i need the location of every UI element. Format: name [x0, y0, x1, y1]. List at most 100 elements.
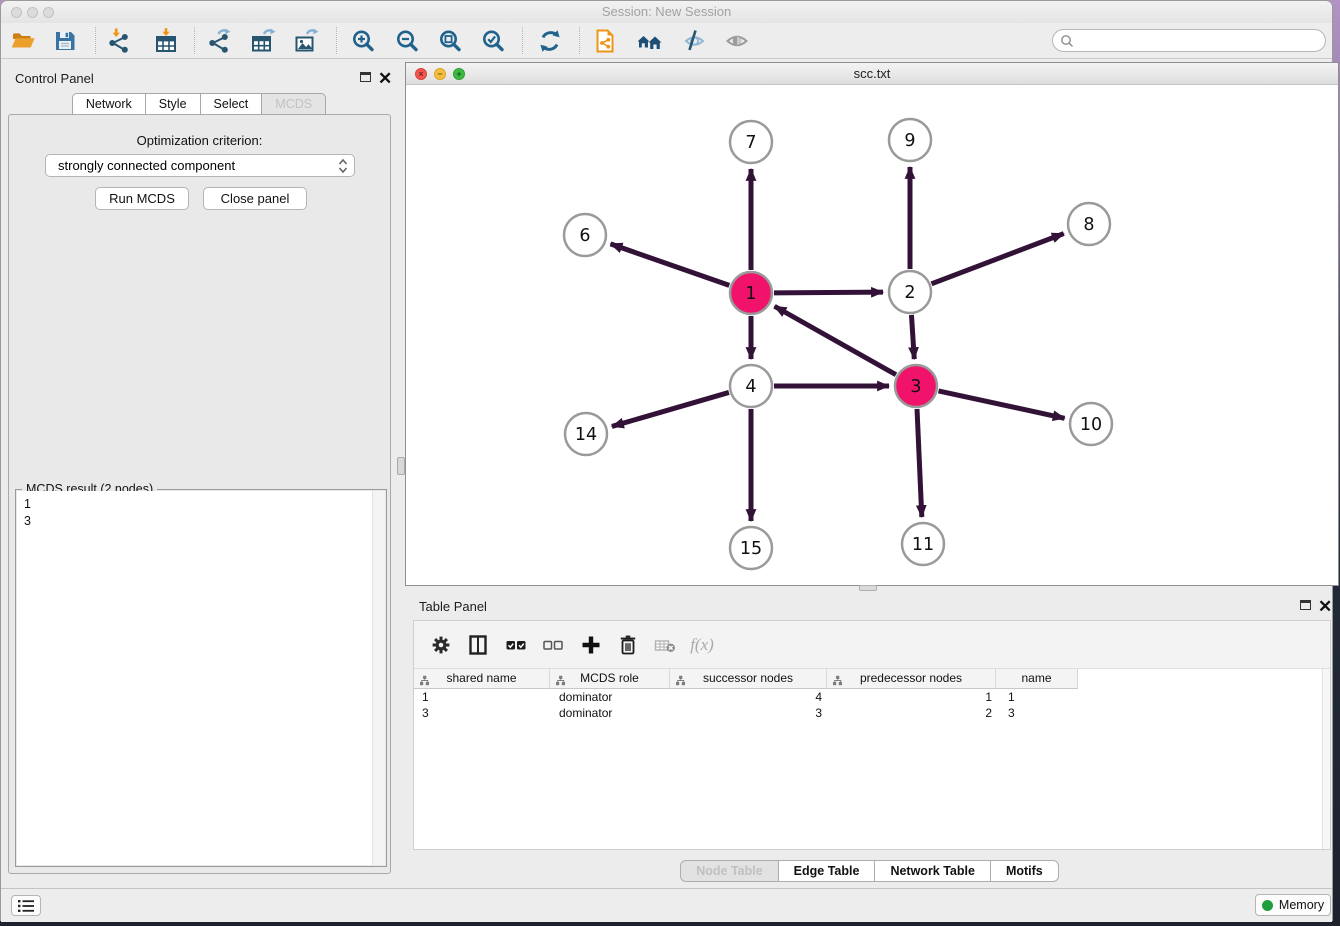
search-field[interactable] [1052, 29, 1326, 52]
graph-edge-3-11[interactable] [917, 409, 922, 517]
first-neighbors-button[interactable] [634, 26, 664, 56]
clone-network-button[interactable] [590, 26, 620, 56]
zoom-window-button[interactable] [43, 7, 54, 18]
export-table-button[interactable] [248, 26, 278, 56]
network-window-titlebar[interactable]: × − + scc.txt [406, 63, 1338, 85]
criterion-dropdown[interactable]: strongly connected component [45, 154, 355, 177]
horizontal-splitter-handle[interactable] [859, 585, 877, 591]
tab-network[interactable]: Network [72, 93, 146, 115]
graph-node-8[interactable]: 8 [1068, 203, 1110, 245]
network-close-button[interactable]: × [415, 68, 427, 80]
search-icon [1060, 34, 1074, 48]
zoom-selected-button[interactable] [478, 26, 508, 56]
graph-node-11[interactable]: 11 [902, 523, 944, 565]
graph-node-9[interactable]: 9 [889, 119, 931, 161]
import-table-button[interactable] [151, 26, 181, 56]
graph-edge-1-6[interactable] [610, 244, 729, 286]
graph-node-7[interactable]: 7 [730, 121, 772, 163]
graph-node-15[interactable]: 15 [730, 527, 772, 569]
table-cell[interactable]: 3 [672, 705, 830, 721]
hide-selected-button[interactable] [678, 26, 708, 56]
table-cell[interactable]: 1 [830, 689, 1000, 705]
zoom-out-button[interactable] [392, 26, 422, 56]
column-header-icon [419, 675, 430, 686]
table-cell[interactable]: 4 [672, 689, 830, 705]
export-image-button[interactable] [291, 26, 321, 56]
toolbar-separator [579, 27, 580, 54]
table-cell[interactable]: dominator [551, 689, 672, 705]
zoom-in-button[interactable] [348, 26, 378, 56]
table-cell[interactable]: 1 [1000, 689, 1083, 705]
table-cell[interactable]: dominator [551, 705, 672, 721]
add-column-button[interactable] [576, 630, 606, 660]
tab-network-table[interactable]: Network Table [875, 860, 991, 882]
network-minimize-button[interactable]: − [434, 68, 446, 80]
refresh-button[interactable] [535, 26, 565, 56]
graph-edge-2-3[interactable] [911, 315, 914, 359]
tab-edge-table[interactable]: Edge Table [779, 860, 876, 882]
close-table-panel-icon[interactable]: ✕ [1318, 601, 1332, 613]
table-cell[interactable]: 2 [830, 705, 1000, 721]
table-row[interactable]: 1dominator411 [414, 689, 1083, 705]
node-table-container: f(x) shared nameMCDS rolesuccessor nodes… [413, 620, 1331, 850]
graph-node-14[interactable]: 14 [565, 413, 607, 455]
graph-node-4[interactable]: 4 [730, 365, 772, 407]
column-chooser-button[interactable] [463, 630, 493, 660]
graph-edge-2-8[interactable] [932, 234, 1064, 284]
zoom-fit-button[interactable] [435, 26, 465, 56]
vertical-splitter-handle[interactable] [397, 457, 405, 475]
table-settings-button[interactable] [426, 630, 456, 660]
tab-node-table[interactable]: Node Table [680, 860, 778, 882]
tab-select[interactable]: Select [201, 93, 263, 115]
graph-edge-3-10[interactable] [938, 391, 1064, 418]
memory-button[interactable]: Memory [1255, 894, 1331, 916]
show-all-button[interactable] [722, 26, 752, 56]
table-cell[interactable]: 3 [414, 705, 551, 721]
network-window-title: scc.txt [406, 63, 1338, 84]
table-cell[interactable]: 1 [414, 689, 551, 705]
graph-node-6[interactable]: 6 [564, 214, 606, 256]
task-manager-button[interactable] [11, 895, 41, 916]
search-input[interactable] [1074, 30, 1325, 51]
tab-style[interactable]: Style [146, 93, 201, 115]
mcds-result-textarea[interactable]: 13 [17, 491, 385, 865]
tab-motifs[interactable]: Motifs [991, 860, 1059, 882]
graph-node-3[interactable]: 3 [895, 365, 937, 407]
save-session-button[interactable] [50, 26, 80, 56]
houses-icon [636, 28, 662, 54]
graph-edge-3-1[interactable] [775, 306, 896, 374]
table-row[interactable]: 3dominator323 [414, 705, 1083, 721]
network-view-window: × − + scc.txt 7 9 6 8 1 2 4 3 14 10 15 11 [405, 62, 1339, 586]
svg-text:4: 4 [745, 377, 756, 397]
close-panel-button[interactable]: Close panel [203, 187, 307, 210]
main-toolbar [1, 23, 1332, 59]
close-panel-icon[interactable]: ✕ [378, 73, 392, 85]
table-scrollbar[interactable] [1322, 669, 1330, 849]
graph-node-1[interactable]: 1 [730, 272, 772, 314]
network-zoom-button[interactable]: + [453, 68, 465, 80]
column-header-mcds-role[interactable]: MCDS role [550, 669, 670, 689]
table-cell[interactable]: 3 [1000, 705, 1083, 721]
graph-node-10[interactable]: 10 [1070, 403, 1112, 445]
column-header-name[interactable]: name [996, 669, 1078, 689]
tab-mcds[interactable]: MCDS [262, 93, 326, 115]
graph-edge-4-14[interactable] [612, 392, 729, 426]
float-panel-icon[interactable] [360, 72, 371, 82]
graph-node-2[interactable]: 2 [889, 271, 931, 313]
column-header-shared-name[interactable]: shared name [414, 669, 550, 689]
import-network-button[interactable] [104, 26, 134, 56]
deselect-all-columns-button[interactable] [538, 630, 568, 660]
open-session-button[interactable] [8, 26, 38, 56]
float-table-panel-icon[interactable] [1300, 600, 1311, 610]
column-header-successor-nodes[interactable]: successor nodes [670, 669, 827, 689]
minimize-window-button[interactable] [27, 7, 38, 18]
close-window-button[interactable] [11, 7, 22, 18]
column-header-predecessor-nodes[interactable]: predecessor nodes [827, 669, 996, 689]
run-mcds-button[interactable]: Run MCDS [95, 187, 189, 210]
export-network-button[interactable] [204, 26, 234, 56]
select-all-columns-button[interactable] [501, 630, 531, 660]
delete-column-button[interactable] [613, 630, 643, 660]
network-canvas[interactable]: 7 9 6 8 1 2 4 3 14 10 15 11 [406, 85, 1338, 585]
graph-edge-1-2[interactable] [774, 292, 883, 293]
result-scrollbar[interactable] [372, 491, 385, 865]
